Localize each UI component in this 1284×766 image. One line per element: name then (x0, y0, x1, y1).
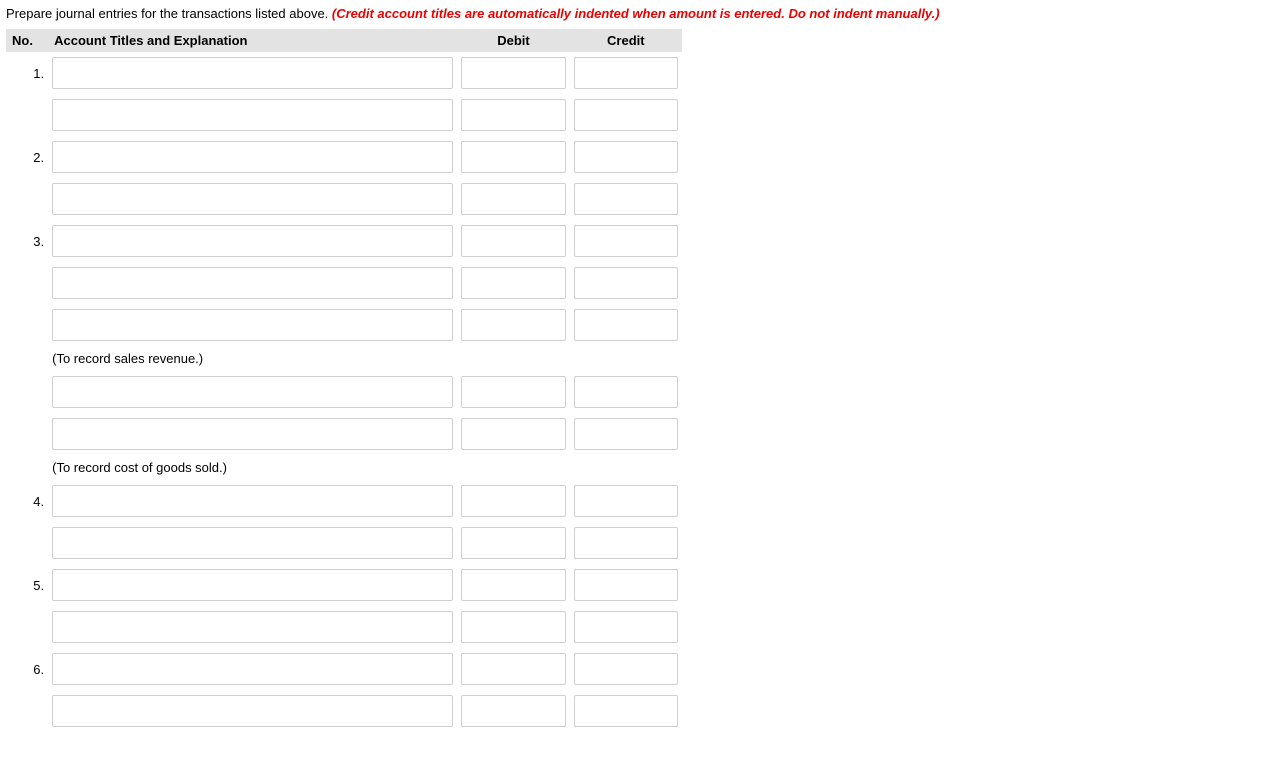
account-title-input[interactable] (52, 653, 453, 685)
header-debit: Debit (457, 29, 569, 52)
account-title-input[interactable] (52, 99, 453, 131)
header-no: No. (6, 29, 48, 52)
row-number: 2. (6, 136, 48, 178)
account-title-input[interactable] (52, 57, 453, 89)
debit-input[interactable] (461, 695, 565, 727)
row-number (6, 371, 48, 413)
credit-input[interactable] (574, 527, 678, 559)
table-row (6, 522, 682, 564)
credit-input[interactable] (574, 183, 678, 215)
debit-input[interactable] (461, 225, 565, 257)
table-row: 6. (6, 648, 682, 690)
debit-input[interactable] (461, 653, 565, 685)
credit-input[interactable] (574, 611, 678, 643)
instruction-text: Prepare journal entries for the transact… (6, 6, 332, 21)
table-row (6, 371, 682, 413)
table-row (6, 413, 682, 455)
account-title-input[interactable] (52, 527, 453, 559)
credit-input[interactable] (574, 418, 678, 450)
debit-input[interactable] (461, 183, 565, 215)
account-title-input[interactable] (52, 225, 453, 257)
debit-input[interactable] (461, 309, 565, 341)
credit-input[interactable] (574, 309, 678, 341)
row-number (6, 178, 48, 220)
credit-input[interactable] (574, 225, 678, 257)
debit-input[interactable] (461, 141, 565, 173)
debit-input[interactable] (461, 527, 565, 559)
debit-input[interactable] (461, 569, 565, 601)
row-number: 5. (6, 564, 48, 606)
row-number: 4. (6, 480, 48, 522)
account-title-input[interactable] (52, 418, 453, 450)
debit-input[interactable] (461, 611, 565, 643)
table-row: (To record sales revenue.) (6, 346, 682, 371)
account-title-input[interactable] (52, 611, 453, 643)
account-title-input[interactable] (52, 485, 453, 517)
credit-input[interactable] (574, 376, 678, 408)
row-number (6, 304, 48, 346)
table-row (6, 606, 682, 648)
table-header-row: No. Account Titles and Explanation Debit… (6, 29, 682, 52)
row-number: 3. (6, 220, 48, 262)
table-row (6, 178, 682, 220)
row-number (6, 262, 48, 304)
credit-input[interactable] (574, 141, 678, 173)
table-row: 2. (6, 136, 682, 178)
credit-input[interactable] (574, 57, 678, 89)
account-title-input[interactable] (52, 695, 453, 727)
row-number (6, 94, 48, 136)
table-row: (To record cost of goods sold.) (6, 455, 682, 480)
table-row (6, 690, 682, 732)
header-title: Account Titles and Explanation (48, 29, 457, 52)
credit-input[interactable] (574, 267, 678, 299)
explanation-text: (To record sales revenue.) (48, 346, 682, 371)
account-title-input[interactable] (52, 309, 453, 341)
account-title-input[interactable] (52, 376, 453, 408)
row-number (6, 606, 48, 648)
account-title-input[interactable] (52, 569, 453, 601)
row-number (6, 522, 48, 564)
table-row (6, 262, 682, 304)
debit-input[interactable] (461, 485, 565, 517)
table-row: 1. (6, 52, 682, 94)
debit-input[interactable] (461, 267, 565, 299)
credit-input[interactable] (574, 485, 678, 517)
row-number: 6. (6, 648, 48, 690)
row-number (6, 455, 48, 480)
table-row: 4. (6, 480, 682, 522)
instruction-note: (Credit account titles are automatically… (332, 6, 940, 21)
instruction-line: Prepare journal entries for the transact… (6, 4, 1278, 29)
credit-input[interactable] (574, 99, 678, 131)
header-credit: Credit (570, 29, 682, 52)
debit-input[interactable] (461, 99, 565, 131)
debit-input[interactable] (461, 57, 565, 89)
table-row: 3. (6, 220, 682, 262)
debit-input[interactable] (461, 376, 565, 408)
account-title-input[interactable] (52, 183, 453, 215)
credit-input[interactable] (574, 569, 678, 601)
debit-input[interactable] (461, 418, 565, 450)
table-row: 5. (6, 564, 682, 606)
explanation-text: (To record cost of goods sold.) (48, 455, 682, 480)
credit-input[interactable] (574, 653, 678, 685)
row-number: 1. (6, 52, 48, 94)
row-number (6, 413, 48, 455)
table-row (6, 304, 682, 346)
account-title-input[interactable] (52, 141, 453, 173)
journal-entries-table: No. Account Titles and Explanation Debit… (6, 29, 682, 732)
row-number (6, 346, 48, 371)
credit-input[interactable] (574, 695, 678, 727)
table-row (6, 94, 682, 136)
row-number (6, 690, 48, 732)
account-title-input[interactable] (52, 267, 453, 299)
